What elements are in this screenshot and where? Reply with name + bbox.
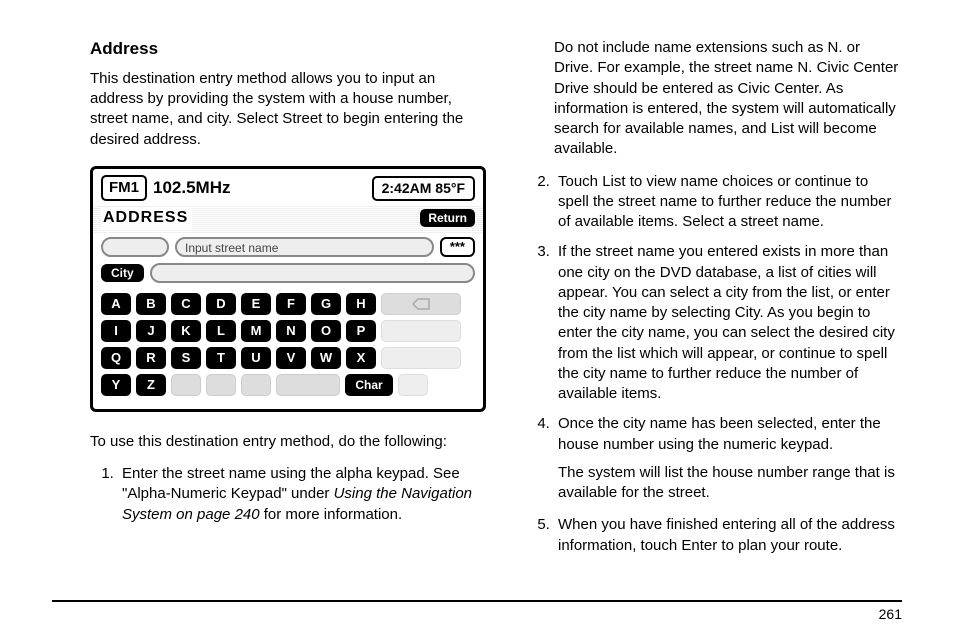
step-1: Enter the street name using the alpha ke… [118,464,490,525]
radio-band-badge: FM1 [101,175,147,201]
key-disabled [171,374,201,396]
key-g[interactable]: G [311,293,341,315]
key-disabled [206,374,236,396]
key-f[interactable]: F [276,293,306,315]
backspace-key[interactable] [381,293,461,315]
key-v[interactable]: V [276,347,306,369]
step-3: If the street name you entered exists in… [554,242,902,404]
keypad-blank [381,320,461,342]
city-name-field[interactable] [150,263,475,283]
city-button[interactable]: City [101,264,144,282]
key-disabled-wide [276,374,340,396]
key-t[interactable]: T [206,347,236,369]
lead-out-paragraph: To use this destination entry method, do… [90,432,490,452]
key-h[interactable]: H [346,293,376,315]
footer-rule [52,600,902,602]
street-placeholder: Input street name [185,240,278,256]
key-u[interactable]: U [241,347,271,369]
key-i[interactable]: I [101,320,131,342]
key-j[interactable]: J [136,320,166,342]
radio-frequency: 102.5MHz [153,177,230,200]
step-2: Touch List to view name choices or conti… [554,172,902,233]
key-x[interactable]: X [346,347,376,369]
key-y[interactable]: Y [101,374,131,396]
section-heading: Address [90,38,490,61]
screen-title: ADDRESS [101,207,192,229]
key-o[interactable]: O [311,320,341,342]
key-l[interactable]: L [206,320,236,342]
step-1-continuation: Do not include name extensions such as N… [554,38,902,160]
key-disabled [241,374,271,396]
step-4: Once the city name has been selected, en… [554,414,902,503]
key-a[interactable]: A [101,293,131,315]
step-4-sub: The system will list the house number ra… [558,463,902,504]
key-p[interactable]: P [346,320,376,342]
key-m[interactable]: M [241,320,271,342]
key-c[interactable]: C [171,293,201,315]
keypad-blank [398,374,428,396]
key-r[interactable]: R [136,347,166,369]
alpha-keypad: A B C D E F G H I J K L M [93,289,483,409]
key-e[interactable]: E [241,293,271,315]
page-number: 261 [879,605,902,624]
return-button[interactable]: Return [420,209,475,227]
nav-device-screenshot: FM1 102.5MHz 2:42AM 85°F ADDRESS Return … [90,166,486,412]
keypad-blank [381,347,461,369]
intro-paragraph: This destination entry method allows you… [90,69,490,150]
key-z[interactable]: Z [136,374,166,396]
house-number-field[interactable] [101,237,169,257]
time-temp-badge: 2:42AM 85°F [372,176,475,201]
key-b[interactable]: B [136,293,166,315]
key-d[interactable]: D [206,293,236,315]
street-name-field[interactable]: Input street name [175,237,434,257]
step-5: When you have finished entering all of t… [554,515,902,556]
key-s[interactable]: S [171,347,201,369]
char-mode-button[interactable]: Char [345,374,393,396]
backspace-icon [412,298,430,310]
key-q[interactable]: Q [101,347,131,369]
key-w[interactable]: W [311,347,341,369]
list-button[interactable]: *** [440,237,475,257]
key-n[interactable]: N [276,320,306,342]
key-k[interactable]: K [171,320,201,342]
